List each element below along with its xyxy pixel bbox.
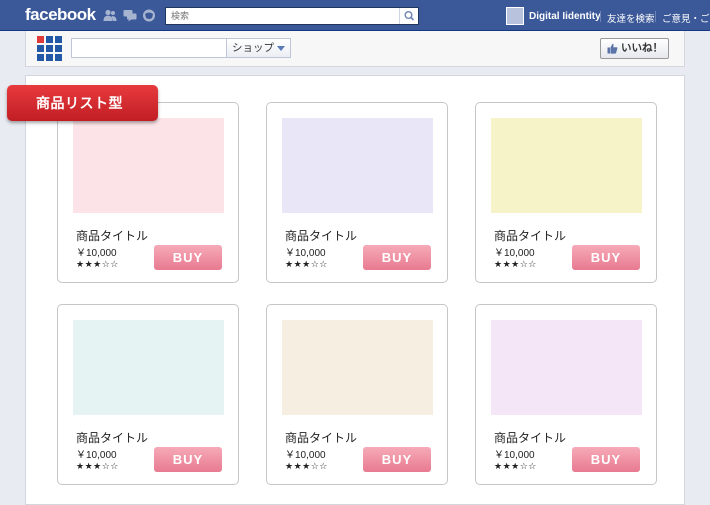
buy-button[interactable]: BUY bbox=[154, 447, 222, 472]
profile-name-link[interactable]: Digital Iidentity bbox=[529, 11, 601, 22]
search-icon bbox=[404, 11, 415, 21]
divider bbox=[655, 11, 656, 22]
buy-button[interactable]: BUY bbox=[572, 245, 640, 270]
messages-icon[interactable] bbox=[123, 9, 137, 22]
product-image[interactable] bbox=[73, 320, 224, 415]
rating-stars: ★★★☆☆ bbox=[76, 259, 119, 269]
product-title[interactable]: 商品タイトル bbox=[76, 227, 148, 244]
product-card[interactable]: 商品タイトル ￥10,000 ★★★☆☆ BUY bbox=[57, 102, 239, 283]
product-card[interactable]: 商品タイトル ￥10,000 ★★★☆☆ BUY bbox=[266, 102, 448, 283]
category-selected-label: ショップ bbox=[232, 42, 274, 54]
buy-button[interactable]: BUY bbox=[572, 447, 640, 472]
buy-button[interactable]: BUY bbox=[154, 245, 222, 270]
chevron-down-icon bbox=[277, 46, 285, 51]
main-content-panel: 商品タイトル ￥10,000 ★★★☆☆ BUY 商品タイトル ￥10,000 … bbox=[25, 75, 685, 505]
facebook-search-box bbox=[165, 7, 419, 25]
product-price: ￥10,000 bbox=[494, 450, 535, 461]
notifications-icon[interactable] bbox=[142, 9, 156, 22]
rating-stars: ★★★☆☆ bbox=[494, 259, 537, 269]
buy-button[interactable]: BUY bbox=[363, 245, 431, 270]
product-title[interactable]: 商品タイトル bbox=[494, 227, 566, 244]
product-price: ￥10,000 bbox=[76, 450, 117, 461]
app-header-bar: ショップ いいね！ bbox=[25, 31, 685, 67]
product-image[interactable] bbox=[282, 118, 433, 213]
avatar[interactable] bbox=[506, 7, 524, 25]
thumbs-up-icon bbox=[607, 43, 618, 54]
like-button[interactable]: いいね！ bbox=[600, 38, 669, 59]
product-title[interactable]: 商品タイトル bbox=[285, 429, 357, 446]
divider bbox=[600, 11, 601, 22]
find-friends-link[interactable]: 友達を検索 bbox=[607, 11, 655, 25]
product-image[interactable] bbox=[73, 118, 224, 213]
feedback-link[interactable]: ご意見・ご bbox=[662, 11, 710, 25]
product-price: ￥10,000 bbox=[285, 450, 326, 461]
shop-search-input[interactable] bbox=[72, 39, 228, 57]
shop-search-field: ショップ bbox=[71, 38, 291, 58]
product-image[interactable] bbox=[282, 320, 433, 415]
facebook-logo[interactable]: facebook bbox=[25, 5, 96, 25]
buy-button[interactable]: BUY bbox=[363, 447, 431, 472]
product-price: ￥10,000 bbox=[494, 248, 535, 259]
app-logo-icon[interactable] bbox=[37, 36, 63, 62]
product-card[interactable]: 商品タイトル ￥10,000 ★★★☆☆ BUY bbox=[475, 304, 657, 485]
rating-stars: ★★★☆☆ bbox=[285, 461, 328, 471]
like-button-label: いいね！ bbox=[621, 42, 663, 54]
product-title[interactable]: 商品タイトル bbox=[494, 429, 566, 446]
facebook-search-input[interactable] bbox=[166, 8, 398, 24]
search-button[interactable] bbox=[399, 8, 418, 24]
product-card[interactable]: 商品タイトル ￥10,000 ★★★☆☆ BUY bbox=[266, 304, 448, 485]
product-title[interactable]: 商品タイトル bbox=[76, 429, 148, 446]
product-card[interactable]: 商品タイトル ￥10,000 ★★★☆☆ BUY bbox=[475, 102, 657, 283]
product-card[interactable]: 商品タイトル ￥10,000 ★★★☆☆ BUY bbox=[57, 304, 239, 485]
rating-stars: ★★★☆☆ bbox=[76, 461, 119, 471]
category-dropdown[interactable]: ショップ bbox=[226, 39, 290, 57]
rating-stars: ★★★☆☆ bbox=[494, 461, 537, 471]
product-price: ￥10,000 bbox=[285, 248, 326, 259]
section-ribbon-label: 商品リスト型 bbox=[7, 85, 158, 121]
product-title[interactable]: 商品タイトル bbox=[285, 227, 357, 244]
product-image[interactable] bbox=[491, 320, 642, 415]
product-image[interactable] bbox=[491, 118, 642, 213]
rating-stars: ★★★☆☆ bbox=[285, 259, 328, 269]
facebook-top-bar: facebook Digital Iidentity 友達を検索 ご意見・ご bbox=[0, 0, 710, 31]
friend-requests-icon[interactable] bbox=[103, 9, 117, 22]
product-price: ￥10,000 bbox=[76, 248, 117, 259]
